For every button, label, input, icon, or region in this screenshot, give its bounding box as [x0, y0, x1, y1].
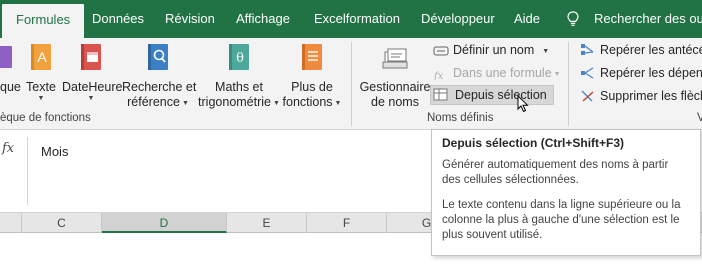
tell-me-search[interactable]: Rechercher des outils — [594, 0, 702, 38]
select-all-corner[interactable] — [0, 213, 22, 233]
texte-label: Texte — [26, 80, 56, 94]
tab-excelformation[interactable]: Excelformation — [314, 0, 400, 38]
dateheure-label: DateHeure — [62, 80, 123, 94]
text-book-icon: A — [24, 42, 58, 76]
gestionnaire-de-noms-button[interactable]: Gestionnaire de noms — [358, 44, 432, 110]
tab-revision[interactable]: Révision — [165, 0, 215, 38]
math-book-icon: θ — [196, 42, 282, 76]
depuis-selection-label: Depuis sélection — [455, 88, 547, 102]
depuis-selection-button[interactable]: Depuis sélection — [430, 85, 554, 105]
tab-developpeur[interactable]: Développeur — [421, 0, 495, 38]
gestionnaire-label-2: de noms — [371, 95, 419, 109]
gestionnaire-label-1: Gestionnaire — [359, 80, 431, 94]
definir-un-nom-button[interactable]: Définir un nom ▼ — [433, 40, 549, 60]
tab-aide[interactable]: Aide — [514, 0, 540, 38]
definir-nom-label: Définir un nom — [453, 43, 535, 57]
purple-book-icon — [0, 42, 16, 76]
tab-formules[interactable]: Formules — [2, 4, 85, 38]
mouse-cursor-icon — [517, 94, 529, 118]
group-label-defined-names: Noms définis — [427, 112, 494, 124]
chevron-down-icon: ▼ — [334, 100, 342, 107]
ribbon-tab-bar: Formules Données Révision Affichage Exce… — [0, 0, 702, 38]
recherche-label-1: Recherche et — [122, 80, 197, 94]
reperer-antecedents-label: Repérer les antécéd — [600, 43, 702, 57]
tab-affichage[interactable]: Affichage — [236, 0, 290, 38]
supprimer-fleches-label: Supprimer les flèch — [600, 89, 702, 103]
tooltip-detail: Le texte contenu dans la ligne supérieur… — [442, 199, 681, 241]
group-separator — [351, 42, 352, 126]
group-separator — [568, 42, 569, 126]
depuis-selection-tooltip: Depuis sélection (Ctrl+Shift+F3) Générer… — [431, 129, 701, 256]
column-header-selected[interactable]: D — [102, 213, 227, 233]
tooltip-description: Générer automatiquement des noms à parti… — [442, 159, 669, 186]
define-name-icon — [433, 46, 449, 56]
reperer-dependants-button[interactable]: Repérer les dépenda — [580, 63, 702, 83]
fx-icon[interactable]: fx — [2, 141, 14, 156]
svg-text:A: A — [37, 49, 47, 65]
plus-label-1: Plus de — [291, 80, 333, 94]
column-header[interactable]: C — [22, 213, 102, 233]
formula-input[interactable]: Mois — [41, 144, 68, 159]
recherche-reference-button[interactable]: Recherche et référence ▼ — [122, 42, 197, 111]
dans-une-formule-button[interactable]: fx Dans une formule ▼ — [433, 63, 561, 83]
dateheure-button[interactable]: DateHeure ▼ — [62, 42, 123, 103]
chevron-down-icon: ▼ — [553, 71, 561, 78]
svg-text:θ: θ — [236, 51, 244, 66]
plus-label-2: fonctions — [282, 95, 333, 109]
more-functions-book-icon — [280, 42, 344, 76]
group-label-function-library: èque de fonctions — [0, 112, 91, 124]
use-in-formula-icon: fx — [433, 71, 444, 82]
formula-bar-separator — [27, 137, 28, 205]
texte-button[interactable]: A Texte ▼ — [24, 42, 58, 103]
tooltip-title: Depuis sélection (Ctrl+Shift+F3) — [442, 136, 625, 150]
partial-button-label: que — [0, 80, 21, 94]
supprimer-fleches-button[interactable]: Supprimer les flèch — [580, 86, 702, 106]
lookup-book-icon — [122, 42, 194, 76]
recherche-label-2: référence — [127, 95, 180, 109]
remove-arrows-icon — [581, 90, 594, 102]
trace-precedents-icon — [581, 44, 594, 55]
chevron-down-icon: ▼ — [273, 100, 280, 107]
column-header[interactable]: E — [227, 213, 307, 233]
reperer-dependants-label: Repérer les dépenda — [600, 66, 702, 80]
lightbulb-icon[interactable] — [567, 11, 579, 32]
maths-trigo-button[interactable]: θ Maths et trigonométrie ▼ — [196, 42, 282, 111]
maths-label-1: Maths et — [215, 80, 263, 94]
dans-formule-label: Dans une formule — [453, 66, 552, 80]
trace-dependents-icon — [581, 67, 594, 79]
reperer-antecedents-button[interactable]: Repérer les antécéd — [580, 40, 702, 60]
chevron-down-icon: ▼ — [37, 95, 45, 102]
calendar-book-icon — [62, 42, 120, 76]
column-header[interactable]: F — [307, 213, 387, 233]
chevron-down-icon: ▼ — [87, 95, 95, 102]
ribbon-formules: que A Texte ▼ DateHeure ▼ Recherche et r… — [0, 38, 702, 130]
partial-function-button[interactable]: que — [0, 42, 21, 94]
svg-text:fx: fx — [433, 71, 444, 80]
excel-window: Formules Données Révision Affichage Exce… — [0, 0, 702, 265]
maths-label-2: trigonométrie — [198, 95, 271, 109]
group-label-auditing: V — [697, 112, 702, 124]
create-from-selection-icon — [433, 88, 448, 101]
chevron-down-icon: ▼ — [542, 48, 550, 55]
chevron-down-icon: ▼ — [181, 100, 189, 107]
name-manager-icon — [358, 44, 432, 76]
plus-de-fonctions-button[interactable]: Plus de fonctions ▼ — [280, 42, 344, 111]
tab-donnees[interactable]: Données — [92, 0, 144, 38]
